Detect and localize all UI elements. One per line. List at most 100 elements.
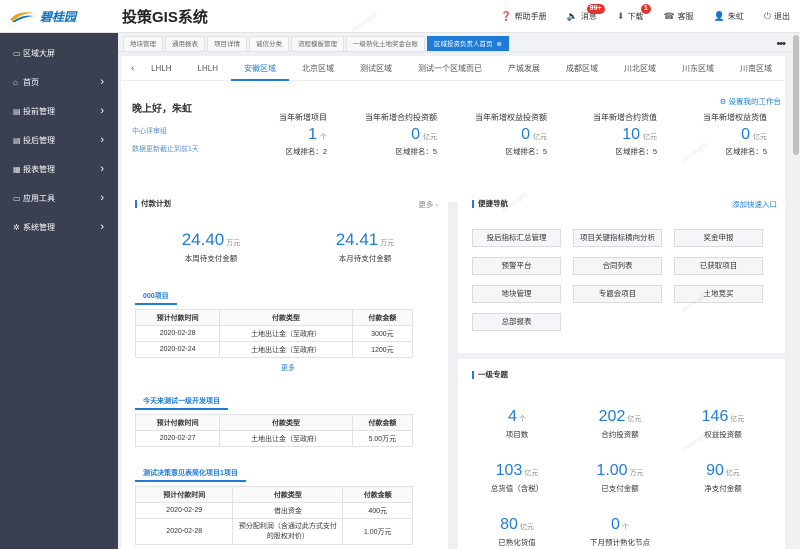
- more-link[interactable]: 更多 ›: [418, 199, 438, 210]
- nav-button[interactable]: 总部报表: [472, 313, 561, 331]
- kpi-unit: 亿元: [519, 524, 534, 531]
- table-cell: 2020-02-27: [134, 430, 221, 447]
- user-name: 朱虹: [727, 12, 744, 21]
- region-tab[interactable]: 川东区域: [669, 56, 727, 81]
- sidebar-item-system[interactable]: ✲ 系统管理 ›: [0, 213, 118, 242]
- add-quick-entry-link[interactable]: 添加快速入口: [732, 199, 777, 210]
- nav-button[interactable]: 地块管理: [472, 285, 561, 303]
- region-tab[interactable]: 成都区域: [553, 56, 611, 81]
- panel-title: 付款计划: [135, 200, 171, 208]
- chevron-right-icon: ›: [100, 192, 104, 204]
- brand-logo[interactable]: 碧桂园: [0, 0, 115, 33]
- table-row: 2020-02-29 借出资金 400元: [134, 502, 413, 519]
- user-icon: 👤: [713, 11, 725, 21]
- kpi-label: 已支付金额: [601, 484, 639, 493]
- tab-bonus-ledger[interactable]: 一级熟化土地奖金台账: [346, 36, 425, 51]
- week-unit: 万元: [226, 240, 241, 247]
- help-label: 帮助手册: [514, 12, 547, 21]
- nav-button[interactable]: 奖金申报: [674, 229, 763, 247]
- sidebar-item-label: 区域大屏: [23, 49, 55, 58]
- sidebar-item-reports[interactable]: ▦ 报表管理 ›: [0, 155, 118, 184]
- week-label: 本周待支付金额: [184, 254, 238, 263]
- table-cell: 3000元: [351, 325, 414, 342]
- table-more-link[interactable]: 更多: [281, 363, 295, 373]
- table-header-row: 预计付款时间 付款类型 付款金额: [134, 414, 414, 431]
- settings-link[interactable]: ⚙ 设置我的工作台: [720, 96, 781, 107]
- close-icon[interactable]: ⊗: [497, 41, 502, 48]
- region-tab[interactable]: 北京区域: [289, 56, 347, 81]
- gear-icon: ✲: [13, 223, 20, 232]
- scrollbar[interactable]: [792, 33, 800, 549]
- tab-integrity-class[interactable]: 诚信分类: [249, 36, 289, 51]
- table-header: 付款类型: [232, 486, 344, 503]
- logout-icon: ⏻: [763, 11, 771, 21]
- stat-unit: 个: [320, 134, 327, 141]
- region-tab[interactable]: 川北区域: [611, 56, 669, 81]
- nav-button[interactable]: 合同列表: [573, 257, 662, 275]
- download-icon: ⬇: [616, 11, 625, 21]
- kpi-unit: 亿元: [725, 470, 740, 477]
- tab-project-detail[interactable]: 项目详情: [207, 36, 247, 51]
- month-payment: 24.41 万元 本月待支付金额: [305, 230, 425, 264]
- kpi-label: 项目数: [505, 430, 529, 439]
- region-tab[interactable]: 测试区域: [347, 56, 405, 81]
- table-cell: 1.00万元: [342, 518, 413, 545]
- sidebar-item-region-screen[interactable]: ▭ 区域大屏: [0, 39, 118, 68]
- stat-equity-investment: 当年新增权益投资额 0 亿元 区域排名：5: [437, 112, 547, 157]
- section-title[interactable]: 000项目: [135, 289, 177, 305]
- payment-table: 预计付款时间 付款类型 付款金额 2020-02-28 土地出让金（至政府） 3000元…: [134, 309, 414, 358]
- sidebar-item-home[interactable]: ⌂ 首页 ›: [0, 68, 118, 97]
- document-icon: ▤: [13, 107, 21, 116]
- kpi-value: 4: [508, 408, 517, 425]
- message-button[interactable]: 🔈 消息 99+: [557, 0, 607, 33]
- stat-value: 0 亿元: [657, 126, 767, 144]
- logout-button[interactable]: ⏻ 退出: [754, 0, 800, 33]
- download-label: 下载: [627, 12, 644, 21]
- service-button[interactable]: ☎ 客服: [653, 0, 703, 33]
- scrollbar-thumb[interactable]: [793, 35, 799, 155]
- month-value: 24.41: [335, 230, 379, 249]
- kpi-label: 下月预计熟化节点: [590, 538, 650, 547]
- month-unit: 万元: [380, 240, 395, 247]
- kpi-unit: 亿元: [627, 416, 642, 423]
- sidebar-item-pre-investment[interactable]: ▤ 投前管理 ›: [0, 97, 118, 126]
- nav-button[interactable]: 专题会项目: [573, 285, 662, 303]
- sidebar-item-post-investment[interactable]: ▤ 投后管理 ›: [0, 126, 118, 155]
- tab-general-reports[interactable]: 通用报表: [165, 36, 205, 51]
- download-button[interactable]: ⬇ 下载 1: [607, 0, 654, 33]
- section-title[interactable]: 今天来测试一级开发项目: [135, 394, 228, 410]
- kpi-item: 202 亿元 合约投资额: [570, 408, 670, 440]
- nav-button[interactable]: 土地竞买: [674, 285, 763, 303]
- tab-land-management[interactable]: 地块管理: [123, 36, 163, 51]
- region-tab-active[interactable]: 安徽区域: [231, 56, 289, 81]
- section-title[interactable]: 测试决策意见表简化项目1项目: [135, 466, 246, 482]
- nav-button[interactable]: 投后指标汇总管理: [472, 229, 561, 247]
- kpi-label: 净支付金额: [704, 484, 742, 493]
- region-tab[interactable]: LHLH: [185, 56, 231, 81]
- kpi-value: 80: [500, 516, 518, 533]
- kpi-unit: 亿元: [730, 416, 745, 423]
- kpi-label: 已熟化货值: [498, 538, 536, 547]
- table-header-row: 预计付款时间 付款类型 付款金额: [134, 309, 414, 326]
- help-button[interactable]: ❓ 帮助手册: [490, 0, 556, 33]
- nav-button[interactable]: 预警平台: [472, 257, 561, 275]
- region-tab[interactable]: 产城发展: [495, 56, 553, 81]
- system-title: 投策GIS系统: [122, 8, 208, 26]
- region-tab[interactable]: 测试一个区域而已: [405, 56, 495, 81]
- nav-button[interactable]: 已获取项目: [674, 257, 763, 275]
- more-icon[interactable]: •••: [776, 38, 786, 50]
- table-header: 付款金额: [351, 414, 414, 431]
- sidebar-item-tools[interactable]: ▭ 应用工具 ›: [0, 184, 118, 213]
- home-icon: ⌂: [13, 78, 18, 87]
- user-menu[interactable]: 👤 朱虹: [704, 0, 754, 33]
- kpi-item: 0 个下月预计熟化节点: [570, 516, 670, 548]
- nav-button[interactable]: 项目关键指标横向分析: [573, 229, 662, 247]
- region-tab[interactable]: LHLH: [138, 56, 184, 81]
- tab-region-home[interactable]: 区域投资负责人首页 ⊗: [427, 36, 509, 51]
- chevron-left-icon[interactable]: ‹: [131, 63, 138, 74]
- chevron-right-icon: ›: [100, 221, 104, 233]
- table-cell: 预分配利润（含通过此方式支付的股权对价）: [232, 518, 344, 545]
- sidebar-item-label: 首页: [23, 78, 39, 87]
- tab-process-template[interactable]: 流程模板管理: [291, 36, 344, 51]
- region-tab[interactable]: 川南区域: [727, 56, 785, 81]
